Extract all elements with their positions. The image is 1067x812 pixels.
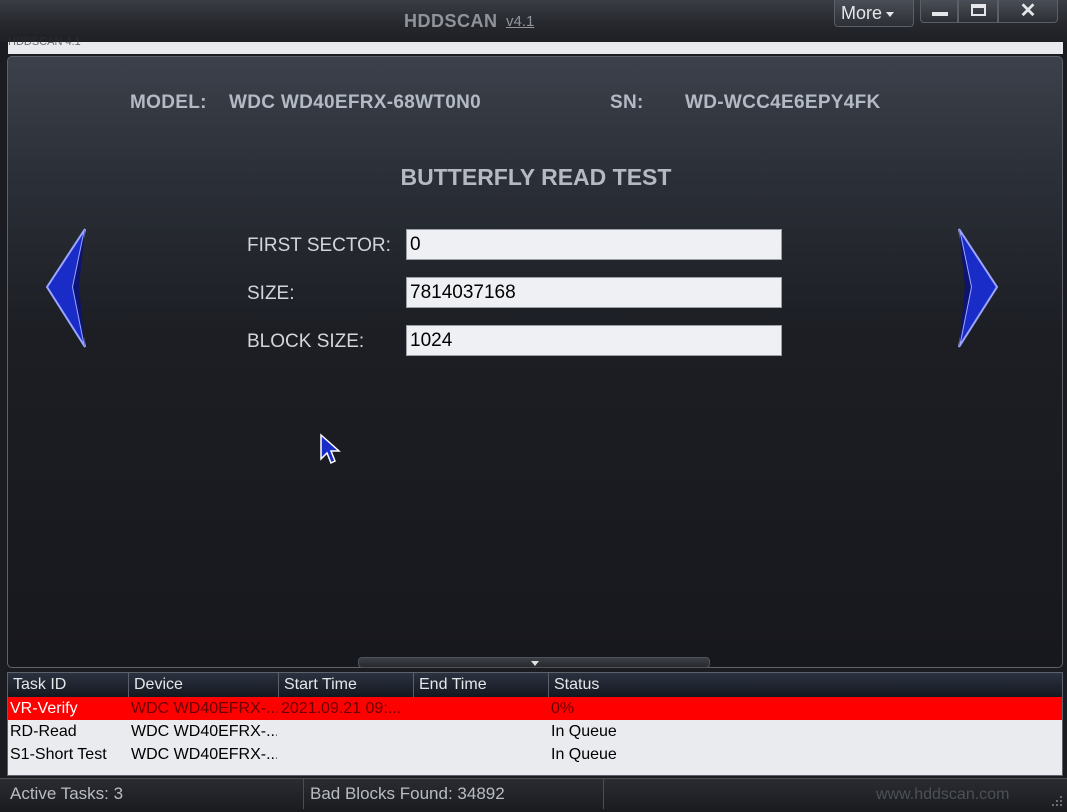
mouse-cursor-icon bbox=[320, 433, 341, 465]
chevron-down-icon bbox=[531, 661, 539, 666]
maximize-icon bbox=[971, 4, 986, 16]
start-time-cell bbox=[281, 720, 411, 743]
device-cell: WDC WD40EFRX-... bbox=[131, 700, 277, 717]
device-cell: WDC WD40EFRX-... bbox=[131, 723, 277, 740]
status-cell: In Queue bbox=[551, 746, 617, 763]
title-bar: HDDSCAN v4.1 More ✕ bbox=[0, 0, 1067, 42]
size-input[interactable] bbox=[406, 277, 782, 308]
previous-arrow-icon[interactable] bbox=[45, 227, 89, 349]
column-header-task-id[interactable]: Task ID bbox=[8, 673, 129, 697]
test-settings-panel: MODEL: WDC WD40EFRX-68WT0N0 SN: WD-WCC4E… bbox=[7, 56, 1063, 668]
start-time-cell bbox=[281, 743, 411, 766]
block-size-input[interactable] bbox=[406, 325, 782, 356]
test-title: BUTTERFLY READ TEST bbox=[400, 164, 672, 190]
size-label: SIZE: bbox=[247, 283, 295, 304]
sn-value: WD-WCC4E6EPY4FK bbox=[685, 92, 881, 113]
block-size-label: BLOCK SIZE: bbox=[247, 331, 365, 352]
task-table: Task ID Device Start Time End Time Statu… bbox=[7, 672, 1063, 776]
next-arrow-icon[interactable] bbox=[955, 227, 999, 349]
end-time-cell bbox=[416, 743, 546, 766]
status-bar: Active Tasks: 3 Bad Blocks Found: 34892 … bbox=[0, 778, 1067, 812]
window-subtitle: HDDSCAN 4.1 bbox=[8, 36, 81, 48]
first-sector-label: FIRST SECTOR: bbox=[247, 235, 391, 256]
column-header-device[interactable]: Device bbox=[129, 673, 279, 697]
bad-blocks-status: Bad Blocks Found: 34892 bbox=[306, 779, 604, 809]
table-row[interactable]: VR-Verify WDC WD40EFRX-... 2021.09.21 09… bbox=[8, 697, 1062, 720]
website-link[interactable]: www.hddscan.com bbox=[876, 786, 1009, 804]
model-label: MODEL: bbox=[130, 92, 207, 113]
active-tasks-status: Active Tasks: 3 bbox=[6, 779, 304, 809]
status-cell: 0% bbox=[551, 700, 575, 717]
menu-strip: HDDSCAN 4.1 bbox=[8, 36, 1063, 54]
more-menu-button[interactable]: More bbox=[834, 0, 914, 27]
task-id-cell: RD-Read bbox=[10, 723, 77, 740]
close-button[interactable]: ✕ bbox=[998, 0, 1058, 23]
chevron-down-icon bbox=[886, 11, 895, 17]
column-header-status[interactable]: Status bbox=[549, 673, 1064, 697]
table-row[interactable]: S1-Short Test WDC WD40EFRX-... In Queue bbox=[8, 743, 1062, 766]
sn-label: SN: bbox=[610, 92, 644, 113]
app-title: HDDSCAN bbox=[404, 11, 498, 31]
start-time-cell: 2021.09.21 09:... bbox=[281, 700, 402, 717]
resize-grip-icon[interactable] bbox=[1050, 794, 1064, 808]
task-id-cell: S1-Short Test bbox=[10, 746, 107, 763]
model-value: WDC WD40EFRX-68WT0N0 bbox=[229, 92, 481, 113]
end-time-cell bbox=[416, 697, 546, 720]
close-icon: ✕ bbox=[1019, 0, 1037, 22]
version-link[interactable]: v4.1 bbox=[506, 13, 534, 30]
end-time-cell bbox=[416, 720, 546, 743]
table-header: Task ID Device Start Time End Time Statu… bbox=[8, 673, 1062, 697]
column-header-end-time[interactable]: End Time bbox=[414, 673, 549, 697]
more-label: More bbox=[841, 3, 883, 23]
column-header-start-time[interactable]: Start Time bbox=[279, 673, 414, 697]
table-row[interactable]: RD-Read WDC WD40EFRX-... In Queue bbox=[8, 720, 1062, 743]
minimize-button[interactable] bbox=[920, 0, 958, 23]
minimize-icon bbox=[932, 12, 948, 16]
first-sector-input[interactable] bbox=[406, 229, 782, 260]
task-panel-toggle[interactable] bbox=[358, 657, 710, 668]
status-cell: In Queue bbox=[551, 723, 617, 740]
maximize-button[interactable] bbox=[958, 0, 998, 23]
device-cell: WDC WD40EFRX-... bbox=[131, 746, 277, 763]
task-id-cell: VR-Verify bbox=[10, 700, 78, 717]
